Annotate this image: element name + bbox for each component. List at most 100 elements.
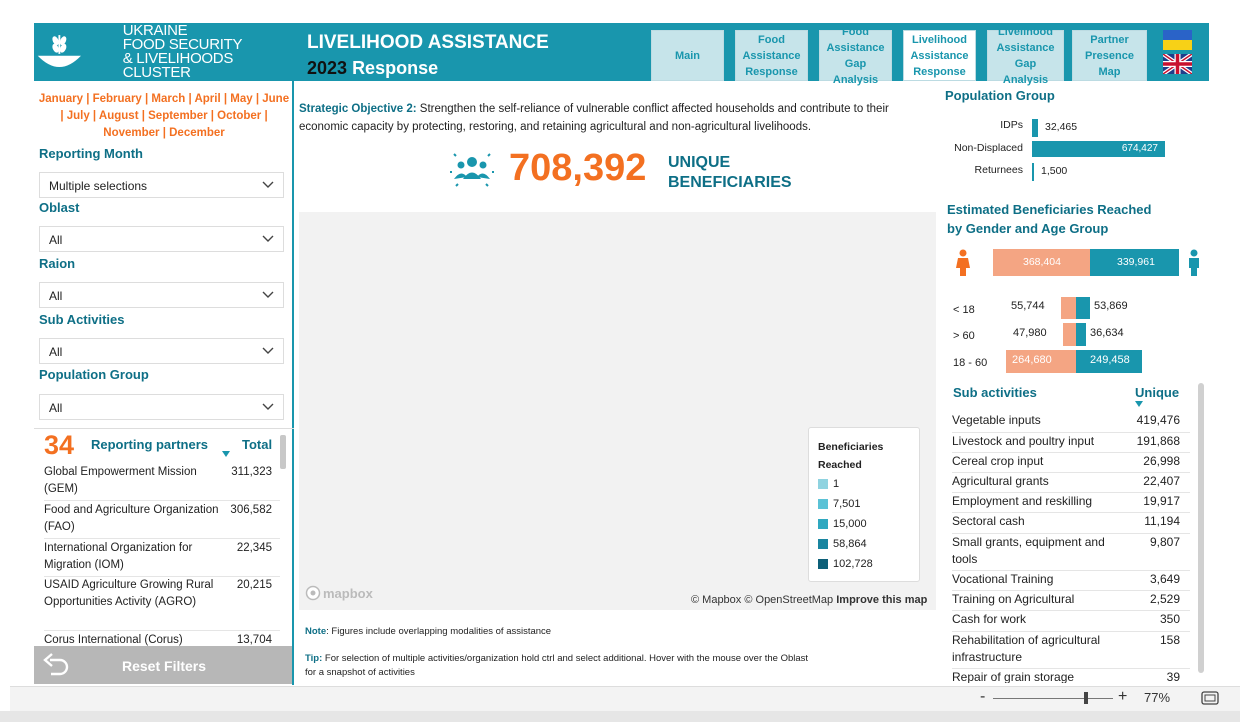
oblast-label: Oblast [39,200,80,215]
pop-bar-returnees[interactable] [1032,163,1034,181]
legend-swatch [818,539,828,549]
sub-activities-label: Sub Activities [39,312,125,327]
tab-label: Livelihood Assistance Response [910,33,969,78]
sub-activities-dropdown[interactable]: All [39,338,284,364]
wheat-bowl-icon [37,35,81,68]
zoom-in-button[interactable]: + [1118,688,1127,706]
list-item[interactable]: Rehabilitation of agricultural infrastru… [952,632,1190,669]
tab-food-assistance-gap-analysis[interactable]: Food Assistance Gap Analysis [819,26,892,86]
list-item[interactable]: Training on Agricultural 2,529 [952,591,1190,611]
tip-label: Tip: [305,653,323,664]
total-header[interactable]: Total [242,437,272,452]
cluster-logo: UKRAINE FOOD SECURITY & LIVELIHOODS CLUS… [34,23,292,81]
kpi-label-line-2: BENEFICIARIES [668,174,792,191]
sub-activity-value: 19,917 [1143,494,1180,508]
list-item[interactable]: Cash for work 350 [952,611,1190,632]
pop-label-idps: IDPs [1000,119,1023,131]
page-title: LIVELIHOOD ASSISTANCE [307,32,549,53]
list-item[interactable]: Sectoral cash 11,194 [952,513,1190,534]
table-row[interactable]: Corus International (Corus) 13,704 [44,632,280,646]
sub-activity-value: 158 [1159,633,1180,647]
tab-partner-presence-map[interactable]: Partner Presence Map [1072,30,1147,81]
age-male-bar[interactable] [1076,297,1090,319]
reset-label: Reset Filters [122,658,207,674]
scrollbar-thumb[interactable] [280,435,286,469]
age-label-over-60: > 60 [953,330,975,342]
response-text: Response [352,58,439,78]
sub-activity-name: Livestock and poultry input [952,434,1095,448]
improve-map-link[interactable]: Improve this map [836,594,927,606]
bottom-bar [0,711,1240,722]
pop-label-non-displaced: Non-Displaced [954,142,1023,154]
table-row[interactable]: Food and Agriculture Organization (FAO) 3… [44,502,280,539]
age-female-value: 264,680 [1012,354,1052,366]
map-legend: Beneficiaries Reached 1 7,501 15,000 58,… [808,427,920,582]
month-selector[interactable]: January | February | March | April | May… [38,91,290,142]
tab-main[interactable]: Main [651,30,724,81]
raion-dropdown[interactable]: All [39,282,284,308]
zoom-level: 77% [1144,690,1171,705]
legend-label: 7,501 [833,498,861,510]
legend-label: 15,000 [833,518,867,530]
sub-activity-name: Cereal crop input [952,454,1044,468]
unique-header[interactable]: Unique [1135,385,1179,400]
pop-bar-idps[interactable] [1032,119,1038,137]
table-row[interactable]: Global Empowerment Mission (GEM) 311,323 [44,464,280,501]
tab-label: Food Assistance Response [742,33,801,78]
tab-livelihood-assistance-gap-analysis[interactable]: Livelihood Assistance Gap Analysis [987,26,1064,86]
age-female-bar[interactable] [1063,323,1076,346]
sub-activities-title: Sub activities [953,385,1037,400]
tab-label: Main [674,49,701,62]
zoom-out-button[interactable]: - [980,688,985,706]
list-item[interactable]: Small grants, equipment and tools 9,807 [952,534,1190,571]
age-male-value: 53,869 [1094,300,1128,312]
sub-activity-name: Vocational Training [952,572,1054,586]
population-group-dropdown[interactable]: All [39,394,284,420]
sub-activity-name: Training on Agricultural [952,592,1075,606]
list-item[interactable]: Agricultural grants 22,407 [952,473,1190,493]
uk-flag-icon[interactable] [1163,54,1192,74]
mapbox-logo: mapbox [305,585,373,601]
tab-livelihood-assistance-response[interactable]: Livelihood Assistance Response [903,30,976,81]
dropdown-value: All [49,233,63,247]
legend-item: 1 [818,474,910,494]
partners-header[interactable]: Reporting partners [91,437,208,452]
population-group-label: Population Group [39,367,149,382]
map-attribution[interactable]: © Mapbox © OpenStreetMap Improve this ma… [691,594,927,606]
list-item[interactable]: Repair of grain storage 39 [952,669,1190,683]
list-item[interactable]: Cereal crop input 26,998 [952,453,1190,473]
partner-name: International Organization for Migration… [44,542,193,571]
tab-label: Livelihood Assistance Gap Analysis [996,25,1055,86]
tip-text: Tip: For selection of multiple activitie… [305,652,808,680]
list-item[interactable]: Livestock and poultry input 191,868 [952,433,1190,453]
reporting-month-dropdown[interactable]: Multiple selections [39,172,284,198]
sort-desc-icon[interactable] [1135,401,1143,407]
gender-title-line-2: by Gender and Age Group [947,221,1109,236]
objective-label: Strategic Objective 2: [299,103,417,115]
ukrainian-flag-icon[interactable] [1163,30,1192,50]
attribution-text[interactable]: © Mapbox © OpenStreetMap [691,594,833,606]
age-female-bar[interactable] [1061,297,1076,319]
tab-food-assistance-response[interactable]: Food Assistance Response [735,30,808,81]
list-item[interactable]: Employment and reskilling 19,917 [952,493,1190,513]
list-item[interactable]: Vegetable inputs 419,476 [952,412,1190,433]
zoom-slider[interactable] [993,698,1113,699]
oblast-dropdown[interactable]: All [39,226,284,252]
reset-filters-button[interactable]: Reset Filters [34,646,292,684]
table-row[interactable]: International Organization for Migration… [44,540,280,577]
table-row[interactable]: USAID Agriculture Growing Rural Opportun… [44,577,280,631]
pop-value-returnees: 1,500 [1041,165,1068,177]
sub-activity-name: Sectoral cash [952,514,1025,528]
fit-to-page-icon[interactable] [1201,691,1219,705]
scrollbar-thumb[interactable] [1198,383,1204,673]
partner-count: 34 [44,430,75,460]
sort-desc-icon[interactable] [222,451,230,457]
sub-activity-name: Vegetable inputs [952,413,1041,427]
list-item[interactable]: Vocational Training 3,649 [952,571,1190,591]
age-male-bar[interactable] [1076,323,1086,346]
partner-name: Global Empowerment Mission (GEM) [44,466,197,495]
sub-activity-value: 9,807 [1149,535,1180,549]
pop-value-idps: 32,465 [1045,121,1078,133]
dropdown-value: All [49,345,63,359]
zoom-slider-thumb[interactable] [1084,692,1088,704]
